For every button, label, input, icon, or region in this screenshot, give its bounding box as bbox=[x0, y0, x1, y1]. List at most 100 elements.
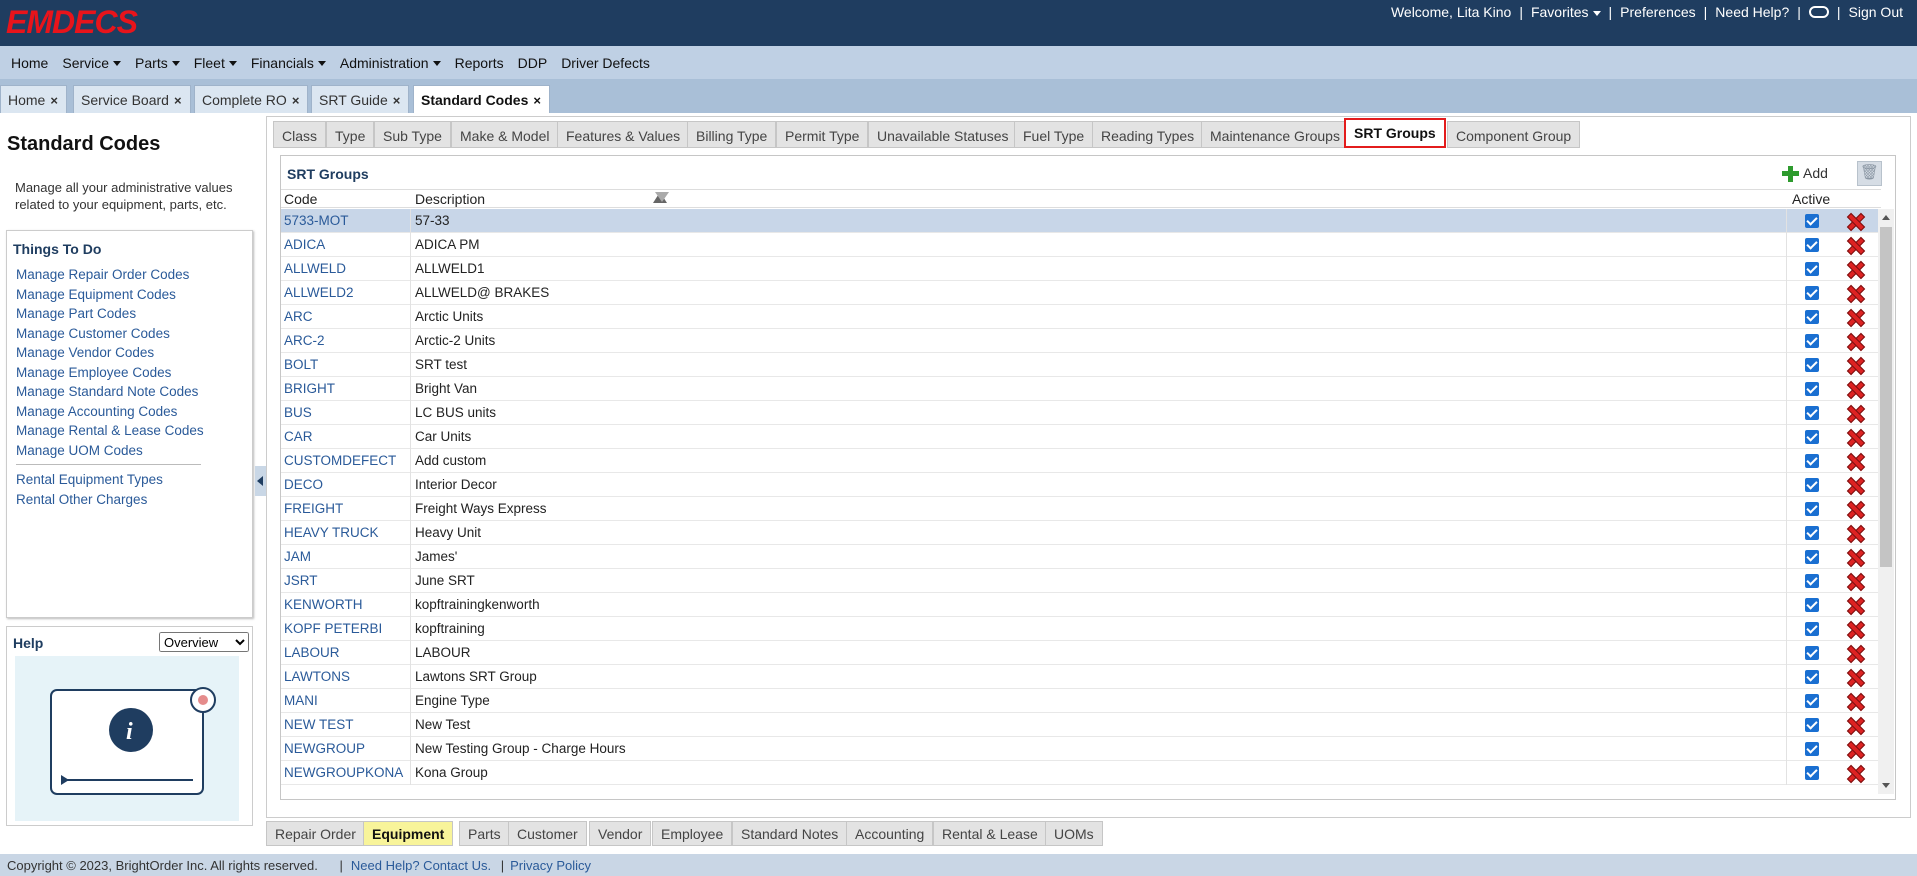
page-tab-srt-guide[interactable]: SRT Guide × bbox=[311, 85, 410, 113]
active-checkbox[interactable] bbox=[1805, 406, 1819, 420]
table-row[interactable]: NEWGROUPKONA Kona Group bbox=[281, 761, 1881, 785]
row-code[interactable]: KOPF PETERBI bbox=[284, 621, 382, 636]
menu-fleet[interactable]: Fleet bbox=[187, 55, 244, 71]
collapse-panel-handle[interactable] bbox=[255, 466, 266, 496]
need-help-link[interactable]: Need Help? bbox=[1709, 4, 1795, 20]
delete-row-icon[interactable] bbox=[1846, 212, 1864, 230]
menu-parts[interactable]: Parts bbox=[128, 55, 187, 71]
menu-financials[interactable]: Financials bbox=[244, 55, 333, 71]
active-checkbox[interactable] bbox=[1805, 670, 1819, 684]
active-checkbox[interactable] bbox=[1805, 430, 1819, 444]
page-tab-standard-codes[interactable]: Standard Codes × bbox=[413, 85, 550, 113]
link-repair-order-codes[interactable]: Manage Repair Order Codes bbox=[16, 265, 204, 285]
table-row[interactable]: HEAVY TRUCK Heavy Unit bbox=[281, 521, 1881, 545]
link-customer-codes[interactable]: Manage Customer Codes bbox=[16, 324, 204, 344]
bottom-tab-customer[interactable]: Customer bbox=[508, 821, 587, 846]
table-row[interactable]: ADICA ADICA PM bbox=[281, 233, 1881, 257]
tab-sub-type[interactable]: Sub Type bbox=[374, 121, 451, 148]
bottom-tab-parts[interactable]: Parts bbox=[459, 821, 510, 846]
menu-administration[interactable]: Administration bbox=[333, 55, 448, 71]
row-code[interactable]: NEW TEST bbox=[284, 717, 354, 732]
tab-srt-groups[interactable]: SRT Groups bbox=[1344, 118, 1446, 148]
tab-unavailable-statuses[interactable]: Unavailable Statuses bbox=[868, 121, 1018, 148]
link-standard-note-codes[interactable]: Manage Standard Note Codes bbox=[16, 382, 204, 402]
table-row[interactable]: CUSTOMDEFECT Add custom bbox=[281, 449, 1881, 473]
link-rental-other-charges[interactable]: Rental Other Charges bbox=[16, 490, 204, 510]
row-code[interactable]: BOLT bbox=[284, 357, 318, 372]
link-equipment-codes[interactable]: Manage Equipment Codes bbox=[16, 285, 204, 305]
row-code[interactable]: 5733-MOT bbox=[284, 213, 349, 228]
row-code[interactable]: MANI bbox=[284, 693, 318, 708]
delete-row-icon[interactable] bbox=[1846, 308, 1864, 326]
column-header-code[interactable]: Code bbox=[284, 191, 317, 207]
link-accounting-codes[interactable]: Manage Accounting Codes bbox=[16, 402, 204, 422]
active-checkbox[interactable] bbox=[1805, 262, 1819, 276]
active-checkbox[interactable] bbox=[1805, 238, 1819, 252]
delete-row-icon[interactable] bbox=[1846, 452, 1864, 470]
row-code[interactable]: ARC-2 bbox=[284, 333, 325, 348]
delete-row-icon[interactable] bbox=[1846, 692, 1864, 710]
row-code[interactable]: BRIGHT bbox=[284, 381, 335, 396]
active-checkbox[interactable] bbox=[1805, 550, 1819, 564]
help-topic-select[interactable]: Overview bbox=[159, 632, 249, 652]
menu-reports[interactable]: Reports bbox=[448, 55, 511, 71]
row-code[interactable]: ALLWELD2 bbox=[284, 285, 354, 300]
bottom-tab-rental-lease[interactable]: Rental & Lease bbox=[933, 821, 1047, 846]
close-icon[interactable]: × bbox=[393, 93, 401, 108]
delete-selected-button[interactable]: 🗑 bbox=[1857, 161, 1882, 186]
table-row[interactable]: DECO Interior Decor bbox=[281, 473, 1881, 497]
link-rental-equipment-types[interactable]: Rental Equipment Types bbox=[16, 470, 204, 490]
close-icon[interactable]: × bbox=[292, 93, 300, 108]
table-row[interactable]: LABOUR LABOUR bbox=[281, 641, 1881, 665]
menu-driver-defects[interactable]: Driver Defects bbox=[554, 55, 657, 71]
table-row[interactable]: MANI Engine Type bbox=[281, 689, 1881, 713]
close-icon[interactable]: × bbox=[50, 93, 58, 108]
menu-home[interactable]: Home bbox=[4, 55, 55, 71]
delete-row-icon[interactable] bbox=[1846, 716, 1864, 734]
table-row[interactable]: BUS LC BUS units bbox=[281, 401, 1881, 425]
scroll-thumb[interactable] bbox=[1880, 227, 1892, 567]
row-code[interactable]: CUSTOMDEFECT bbox=[284, 453, 396, 468]
page-tab-complete-ro[interactable]: Complete RO × bbox=[194, 85, 309, 113]
tab-permit-type[interactable]: Permit Type bbox=[776, 121, 869, 148]
delete-row-icon[interactable] bbox=[1846, 740, 1864, 758]
table-row[interactable]: JAM James' bbox=[281, 545, 1881, 569]
table-row[interactable]: ALLWELD ALLWELD1 bbox=[281, 257, 1881, 281]
bottom-tab-vendor[interactable]: Vendor bbox=[589, 821, 652, 846]
add-button[interactable]: Add bbox=[1782, 165, 1828, 182]
delete-row-icon[interactable] bbox=[1846, 500, 1864, 518]
chat-icon[interactable] bbox=[1808, 6, 1829, 18]
tab-make-model[interactable]: Make & Model bbox=[451, 121, 559, 148]
delete-row-icon[interactable] bbox=[1846, 356, 1864, 374]
delete-row-icon[interactable] bbox=[1846, 548, 1864, 566]
bottom-tab-accounting[interactable]: Accounting bbox=[846, 821, 934, 846]
delete-row-icon[interactable] bbox=[1846, 620, 1864, 638]
menu-ddp[interactable]: DDP bbox=[511, 55, 555, 71]
delete-row-icon[interactable] bbox=[1846, 332, 1864, 350]
active-checkbox[interactable] bbox=[1805, 718, 1819, 732]
help-video-illustration[interactable]: i bbox=[15, 656, 239, 821]
table-row[interactable]: BOLT SRT test bbox=[281, 353, 1881, 377]
active-checkbox[interactable] bbox=[1805, 502, 1819, 516]
tab-reading-types[interactable]: Reading Types bbox=[1092, 121, 1204, 148]
tab-component-group[interactable]: Component Group bbox=[1447, 121, 1581, 148]
tab-class[interactable]: Class bbox=[273, 121, 327, 148]
row-code[interactable]: DECO bbox=[284, 477, 323, 492]
row-code[interactable]: JAM bbox=[284, 549, 311, 564]
menu-service[interactable]: Service bbox=[55, 55, 128, 71]
scroll-up-icon[interactable] bbox=[1882, 215, 1890, 220]
row-code[interactable]: FREIGHT bbox=[284, 501, 343, 516]
tab-billing-type[interactable]: Billing Type bbox=[687, 121, 777, 148]
column-header-description[interactable]: Description bbox=[415, 191, 485, 207]
active-checkbox[interactable] bbox=[1805, 598, 1819, 612]
row-code[interactable]: JSRT bbox=[284, 573, 318, 588]
privacy-policy-link[interactable]: Privacy Policy bbox=[510, 858, 591, 873]
table-row[interactable]: JSRT June SRT bbox=[281, 569, 1881, 593]
page-tab-home[interactable]: Home × bbox=[0, 85, 67, 113]
row-code[interactable]: ALLWELD bbox=[284, 261, 346, 276]
active-checkbox[interactable] bbox=[1805, 334, 1819, 348]
table-row[interactable]: BRIGHT Bright Van bbox=[281, 377, 1881, 401]
row-code[interactable]: KENWORTH bbox=[284, 597, 363, 612]
row-code[interactable]: LABOUR bbox=[284, 645, 340, 660]
row-code[interactable]: ARC bbox=[284, 309, 313, 324]
